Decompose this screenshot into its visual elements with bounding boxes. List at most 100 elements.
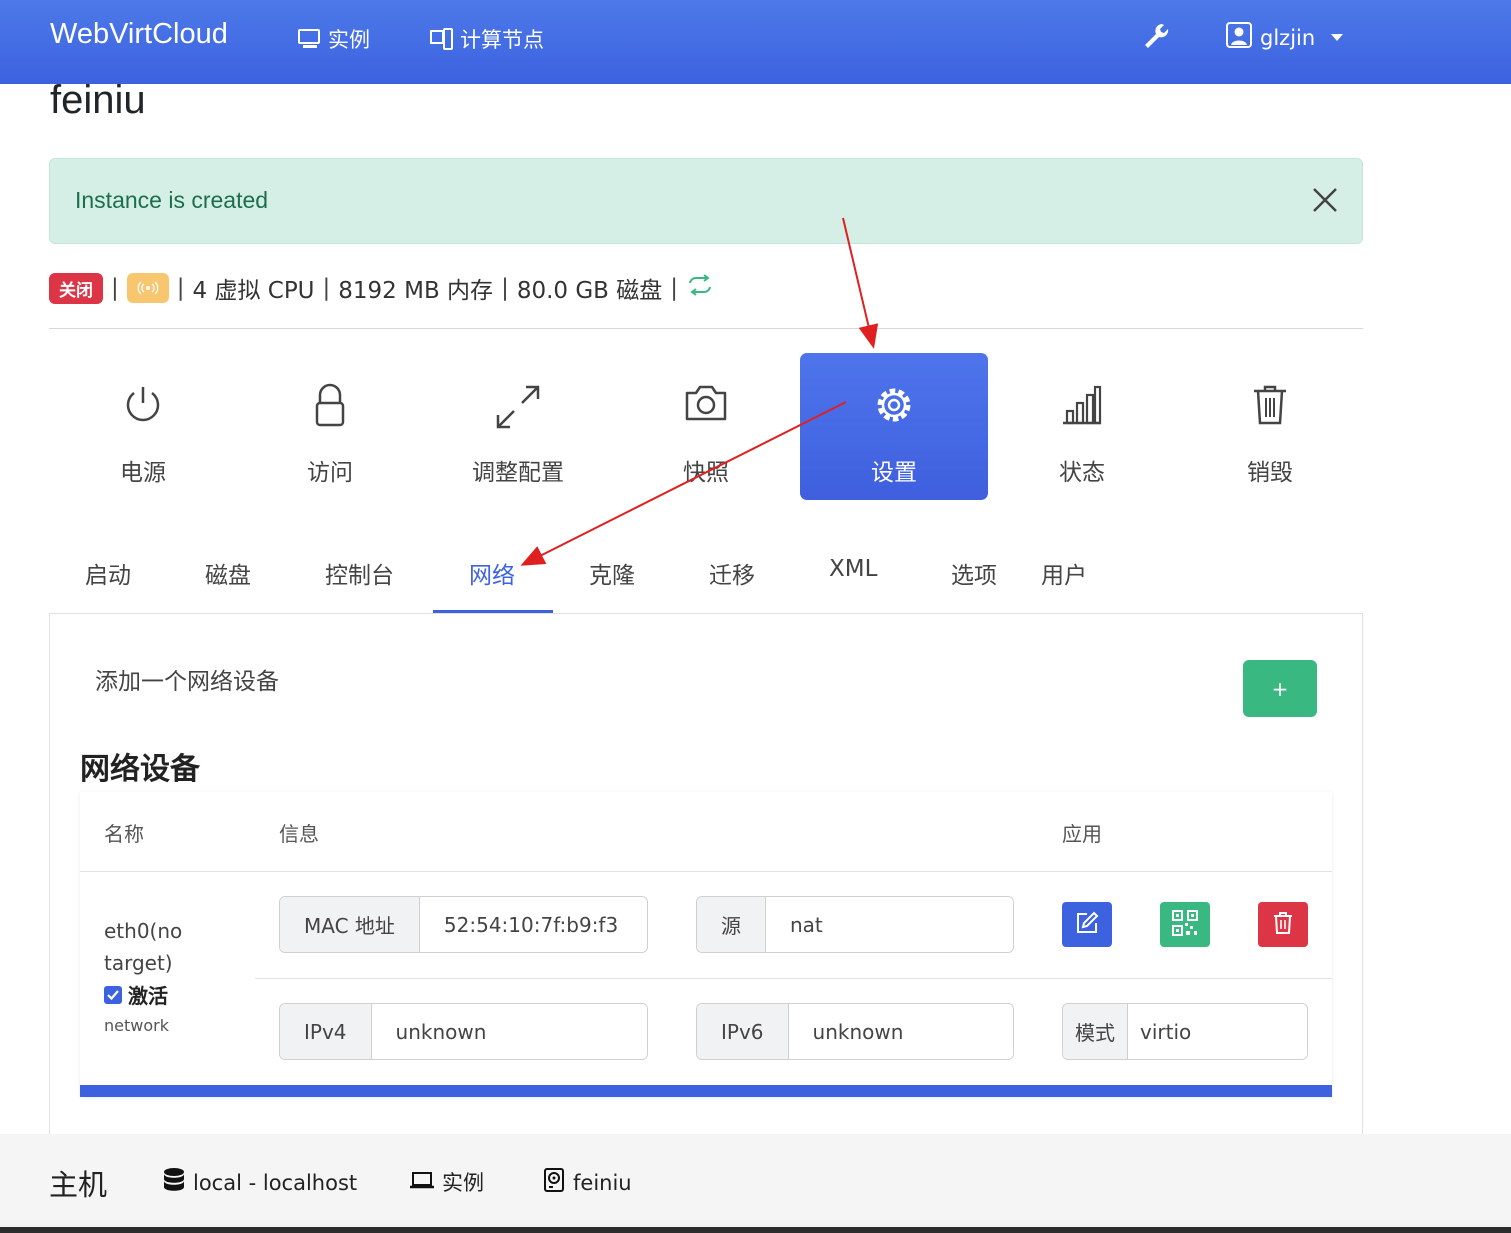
tab-disks[interactable]: 磁盘 [205,556,251,590]
column-header-info: 信息 [279,822,319,846]
action-label: 访问 [307,460,353,486]
divider [0,1227,1511,1233]
divider [80,871,1332,872]
autostart-badge [126,273,169,303]
tab-options[interactable]: 选项 [951,556,997,590]
close-icon[interactable] [1310,185,1340,215]
source-value[interactable]: nat [766,897,1013,952]
spec-memory: 8192 MB 内存 [338,278,494,304]
model-group: 模式 virtio [1062,1003,1308,1060]
tab-network[interactable]: 网络 [469,556,515,590]
resize-icon [494,383,542,431]
user-menu-dropdown[interactable]: glzjin [1226,22,1344,53]
action-snapshot-button[interactable]: 快照 [612,353,800,500]
mac-address-group: MAC 地址 52:54:10:7f:b9:f3 [279,896,648,953]
nav-compute-label: 计算节点 [460,28,544,52]
laptop-icon [410,1170,434,1195]
lock-icon [312,383,348,431]
action-power-button[interactable]: 电源 [49,353,237,500]
monitor-icon [298,28,322,50]
refresh-icon[interactable] [686,274,714,302]
ipv4-group: IPv4 unknown [279,1003,648,1060]
nav-compute-link[interactable]: 计算节点 [430,24,544,54]
user-icon [1226,22,1252,53]
interface-active-checkbox[interactable]: 激活 [104,980,168,1009]
action-label: 电源 [120,460,166,486]
action-resize-button[interactable]: 调整配置 [424,353,612,500]
action-settings-button[interactable]: 设置 [800,353,988,500]
column-header-apply: 应用 [1062,822,1102,846]
divider [49,328,1363,329]
mac-label: MAC 地址 [280,897,420,952]
ipv6-value[interactable]: unknown [788,1004,1013,1059]
tab-console[interactable]: 控制台 [325,556,394,590]
action-label: 状态 [1059,460,1105,486]
database-icon [163,1167,185,1198]
divider: | [111,275,119,301]
trash-icon [1251,383,1289,431]
divider: | [322,275,331,301]
qos-interface-button[interactable] [1160,902,1210,947]
divider: | [670,275,678,301]
table-footer-bar [80,1085,1332,1097]
model-value[interactable]: virtio [1128,1004,1307,1059]
interface-active-label: 激活 [128,984,168,1008]
server-icon [430,27,454,51]
interface-type: network [104,1016,169,1035]
hdd-icon [543,1167,565,1198]
bar-chart-icon [1060,383,1104,431]
camera-icon [683,383,729,431]
chevron-down-icon [1331,34,1344,41]
action-label: 销毁 [1247,460,1293,486]
section-title: 网络设备 [80,752,200,787]
power-icon [121,383,165,431]
spec-disk: 80.0 GB 磁盘 [516,278,663,304]
interface-name: eth0(no target) [104,919,183,975]
nav-instances-label: 实例 [328,28,370,52]
gear-icon [872,383,916,431]
success-alert: Instance is created [49,158,1363,244]
edit-interface-button[interactable] [1062,902,1112,947]
breadcrumb-host-link[interactable]: local - localhost [163,1167,357,1198]
status-badge: 关闭 [49,272,103,304]
divider: | [501,275,509,301]
tab-migrate[interactable]: 迁移 [709,556,755,590]
breadcrumb-instances-label: 实例 [442,1171,484,1195]
footer-host-label: 主机 [49,1168,108,1202]
action-label: 调整配置 [472,460,564,486]
divider [255,978,1332,979]
action-access-button[interactable]: 访问 [236,353,424,500]
broadcast-icon [137,275,159,301]
alert-message: Instance is created [75,187,269,213]
qr-code-icon [1172,909,1198,940]
action-label: 快照 [683,460,729,486]
tab-users[interactable]: 用户 [1041,556,1087,590]
ipv4-value[interactable]: unknown [371,1004,647,1059]
source-label: 源 [697,897,766,952]
ipv4-label: IPv4 [280,1004,372,1059]
edit-icon [1075,911,1099,939]
nav-instances-link[interactable]: 实例 [298,24,370,54]
top-navbar: WebVirtCloud 实例 计算节点 glzjin [0,0,1511,84]
breadcrumb-instance-link[interactable]: feiniu [543,1167,632,1198]
tab-xml[interactable]: XML [829,556,877,582]
tab-boot[interactable]: 启动 [85,556,131,590]
action-destroy-button[interactable]: 销毁 [1176,353,1364,500]
action-stats-button[interactable]: 状态 [988,353,1176,500]
page-title: feiniu [50,78,146,122]
trash-icon [1272,911,1294,939]
admin-tools-button[interactable] [1142,22,1170,56]
wrench-icon [1142,24,1170,56]
source-group: 源 nat [696,896,1014,953]
delete-interface-button[interactable] [1258,902,1308,947]
mac-value[interactable]: 52:54:10:7f:b9:f3 [419,897,647,952]
breadcrumb-instances-link[interactable]: 实例 [410,1167,484,1197]
brand-logo[interactable]: WebVirtCloud [50,18,228,51]
spec-cpu: 4 虚拟 CPU [192,278,315,304]
tab-clone[interactable]: 克隆 [589,556,635,590]
breadcrumb-host-label: local - localhost [193,1170,358,1195]
ipv6-label: IPv6 [697,1004,789,1059]
breadcrumb-instance-label: feiniu [573,1170,632,1195]
checkbox-checked-icon[interactable] [104,985,122,1004]
add-network-button[interactable]: + [1243,660,1317,717]
